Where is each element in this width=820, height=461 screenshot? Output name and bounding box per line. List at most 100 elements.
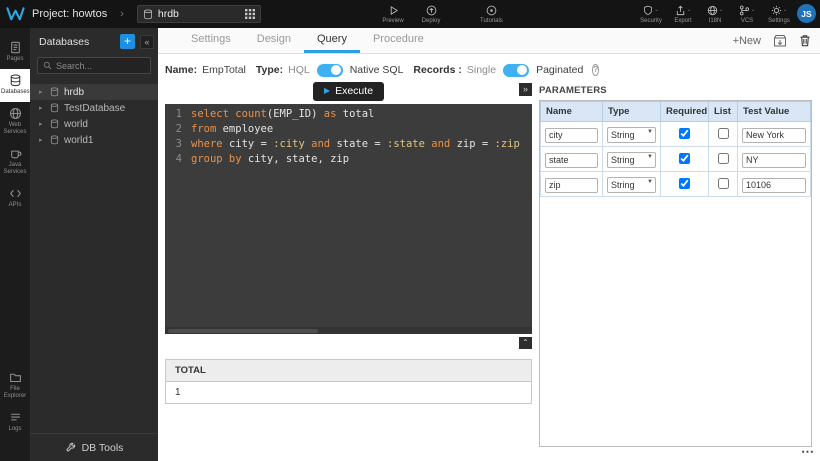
pages-icon: [1, 41, 29, 54]
param-list-checkbox[interactable]: [718, 153, 729, 164]
param-list-checkbox[interactable]: [718, 128, 729, 139]
type-option-native-sql[interactable]: Native SQL: [350, 64, 404, 76]
collapse-panel-button[interactable]: «: [140, 35, 154, 49]
code-text: group by city, state, zip: [191, 152, 349, 167]
database-list-item-testdatabase[interactable]: ▸ TestDatabase: [30, 100, 158, 116]
database-selector[interactable]: hrdb: [137, 5, 261, 23]
toggle-knob: [331, 65, 341, 75]
preview-button[interactable]: Preview: [382, 5, 404, 24]
records-toggle[interactable]: [503, 64, 529, 77]
param-name-input[interactable]: [545, 153, 598, 168]
results-column-header: TOTAL: [166, 360, 531, 382]
security-label: Security: [640, 18, 662, 24]
databases-icon: [1, 74, 29, 87]
rail-item-web-services[interactable]: Web Services: [0, 102, 30, 142]
records-option-single[interactable]: Single: [467, 64, 496, 76]
add-database-button[interactable]: +: [120, 34, 135, 49]
db-tools-button[interactable]: DB Tools: [30, 433, 158, 461]
vcs-button[interactable]: ⌄ VCS: [736, 5, 758, 24]
database-cylinder-icon: [50, 135, 59, 145]
param-type-select[interactable]: String: [607, 152, 656, 168]
query-editor-column: Name: EmpTotal Type: HQL Native SQL Reco…: [165, 54, 532, 461]
rail-label: Pages: [6, 56, 23, 62]
database-name: world1: [64, 135, 93, 146]
param-required-checkbox[interactable]: [679, 178, 690, 189]
database-cylinder-icon: [143, 9, 153, 20]
i18n-caret-icon: ⌄: [719, 5, 723, 15]
tutorials-button[interactable]: Tutorials: [480, 5, 503, 24]
play-icon: ▶: [324, 86, 330, 95]
rail-label: Java Services: [3, 162, 26, 175]
java-services-icon: [1, 147, 29, 160]
preview-play-icon: [388, 5, 399, 16]
col-header-type: Type: [603, 102, 661, 122]
type-option-hql[interactable]: HQL: [288, 64, 310, 76]
database-list-item-hrdb[interactable]: ▸ hrdb: [30, 84, 158, 100]
rail-spacer: [0, 215, 30, 366]
tab-bar: Settings Design Query Procedure +New: [158, 28, 820, 54]
security-button[interactable]: ⌄ Security: [640, 5, 662, 24]
query-results-table: TOTAL 1: [165, 359, 532, 404]
rail-item-apis[interactable]: APIs: [0, 182, 30, 215]
left-icon-rail: Pages Databases Web Services Java Servic…: [0, 28, 30, 461]
database-list-item-world1[interactable]: ▸ world1: [30, 132, 158, 148]
database-cylinder-icon: [50, 87, 59, 97]
delete-query-icon[interactable]: [799, 34, 811, 47]
export-query-icon[interactable]: [773, 34, 787, 47]
param-name-input[interactable]: [545, 128, 598, 143]
col-header-required: Required: [661, 102, 709, 122]
settings-gear-icon: [771, 5, 782, 16]
database-search-input[interactable]: [56, 61, 145, 71]
line-number: 4: [165, 152, 191, 167]
new-query-button[interactable]: +New: [733, 35, 761, 47]
param-test-value-input[interactable]: [742, 178, 806, 193]
editor-horizontal-scrollbar[interactable]: [165, 327, 532, 334]
rail-item-file-explorer[interactable]: File Explorer: [0, 366, 30, 406]
database-cylinder-icon: [50, 103, 59, 113]
more-options-button[interactable]: ⋯: [798, 444, 817, 460]
wavemaker-logo-icon: [6, 7, 25, 21]
rail-item-databases[interactable]: Databases: [0, 69, 30, 102]
rail-label: File Explorer: [4, 386, 26, 399]
deploy-icon: [426, 5, 437, 16]
param-name-input[interactable]: [545, 178, 598, 193]
settings-button[interactable]: ⌄ Settings: [768, 5, 790, 24]
param-test-value-input[interactable]: [742, 128, 806, 143]
param-test-value-input[interactable]: [742, 153, 806, 168]
rail-item-logs[interactable]: Logs: [0, 406, 30, 439]
param-required-checkbox[interactable]: [679, 128, 690, 139]
tab-actions: +New: [733, 28, 820, 53]
tab-query[interactable]: Query: [304, 28, 360, 53]
tab-procedure[interactable]: Procedure: [360, 28, 437, 53]
type-toggle[interactable]: [317, 64, 343, 77]
export-button[interactable]: ⌄ Export: [672, 5, 694, 24]
expand-editor-button[interactable]: »: [519, 83, 532, 96]
tab-design[interactable]: Design: [244, 28, 304, 53]
line-number: 1: [165, 107, 191, 122]
param-type-select[interactable]: String: [607, 177, 656, 193]
tab-settings[interactable]: Settings: [178, 28, 244, 53]
deploy-button[interactable]: Deploy: [420, 5, 442, 24]
execute-label: Execute: [335, 85, 373, 97]
i18n-button[interactable]: ⌄ I18N: [704, 5, 726, 24]
rail-item-java-services[interactable]: Java Services: [0, 142, 30, 182]
collapse-editor-button[interactable]: ⌃: [519, 337, 532, 349]
database-list-item-world[interactable]: ▸ world: [30, 116, 158, 132]
rail-item-pages[interactable]: Pages: [0, 36, 30, 69]
tree-caret-icon: ▸: [39, 136, 45, 144]
code-text: where city = :city and state = :state an…: [191, 137, 520, 152]
topbar-center-nav: Preview Deploy Tutorials: [382, 0, 503, 28]
scrollbar-handle[interactable]: [168, 329, 318, 333]
app-grid-icon[interactable]: [245, 9, 255, 19]
i18n-globe-icon: [707, 5, 718, 16]
user-avatar[interactable]: JS: [797, 4, 816, 23]
parameter-row: String▼: [541, 172, 811, 197]
param-required-checkbox[interactable]: [679, 153, 690, 164]
sql-editor[interactable]: 1select count(EMP_ID) as total2from empl…: [165, 104, 532, 334]
database-name: hrdb: [64, 87, 84, 98]
search-icon: [43, 61, 52, 70]
param-list-checkbox[interactable]: [718, 178, 729, 189]
tree-caret-icon: ▸: [39, 104, 45, 112]
param-type-select[interactable]: String: [607, 127, 656, 143]
execute-button[interactable]: ▶ Execute: [313, 82, 384, 101]
